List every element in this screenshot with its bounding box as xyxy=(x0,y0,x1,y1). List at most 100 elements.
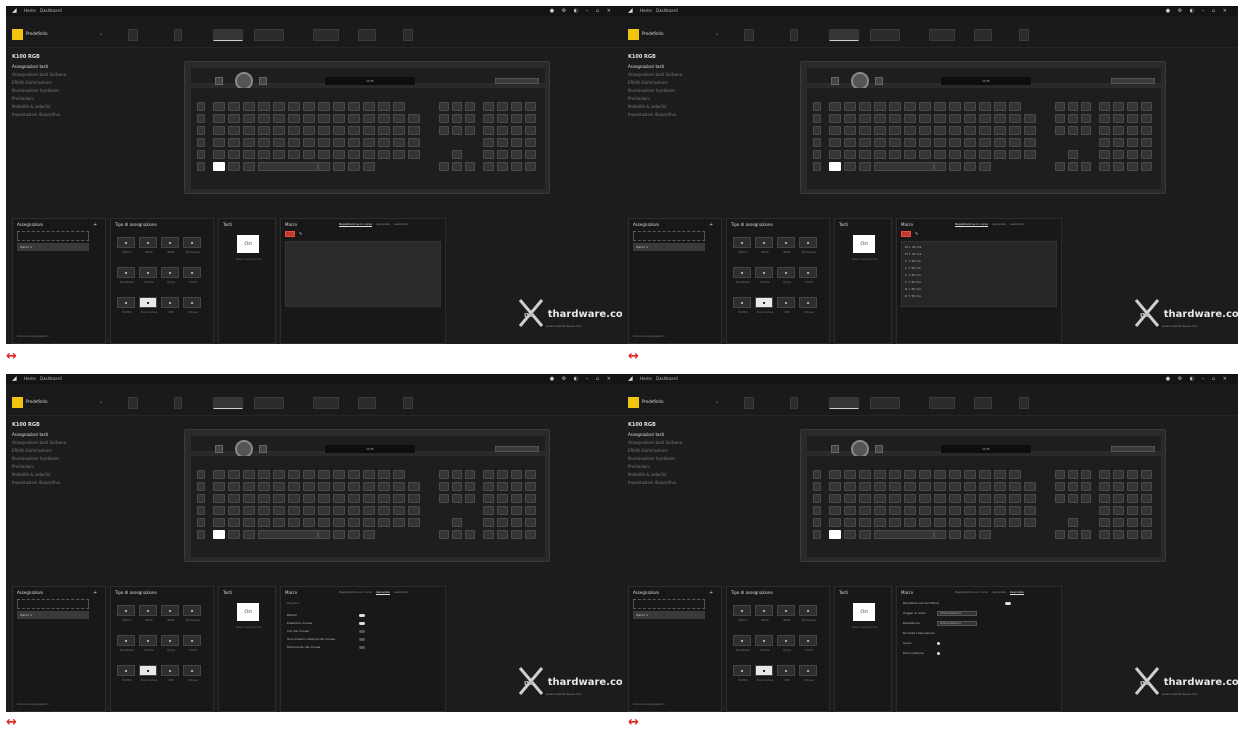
assignment-type-button[interactable]: ▪ xyxy=(117,635,135,646)
macro-key[interactable] xyxy=(197,494,205,503)
assignment-type-button[interactable]: ▪ xyxy=(139,267,157,278)
arrow-key[interactable] xyxy=(1055,530,1065,539)
keyboard-key[interactable] xyxy=(859,470,871,479)
keyboard-key[interactable] xyxy=(273,138,285,147)
numpad-key[interactable] xyxy=(1141,126,1152,135)
keyboard-key[interactable] xyxy=(393,114,405,123)
nav-home[interactable]: Home xyxy=(640,8,652,14)
mousepad-device[interactable] xyxy=(974,29,992,41)
nav-key[interactable] xyxy=(452,102,462,111)
keyboard-key[interactable] xyxy=(228,138,240,147)
macro-key[interactable] xyxy=(813,494,821,503)
nav-home[interactable]: Home xyxy=(24,376,36,382)
numpad-key[interactable] xyxy=(1127,126,1138,135)
keyboard-key[interactable] xyxy=(363,162,375,171)
numpad-key[interactable] xyxy=(525,482,536,491)
keyboard-key[interactable] xyxy=(934,114,946,123)
keyboard-key[interactable] xyxy=(964,126,976,135)
nav-key[interactable] xyxy=(465,114,475,123)
keyboard-key[interactable] xyxy=(934,138,946,147)
macro-tab[interactable]: Registrazione in corso xyxy=(339,222,373,227)
keyboard-key[interactable] xyxy=(228,162,240,171)
keyboard-key[interactable] xyxy=(333,126,345,135)
nav-key[interactable] xyxy=(1055,102,1065,111)
assignment-type-button[interactable]: ▪ xyxy=(161,665,179,676)
macro-key[interactable] xyxy=(197,126,205,135)
keyboard-key[interactable] xyxy=(949,114,961,123)
nav-key[interactable] xyxy=(1055,114,1065,123)
keyboard-key[interactable] xyxy=(844,506,856,515)
keyboard-key[interactable] xyxy=(934,102,946,111)
nav-key[interactable] xyxy=(452,470,462,479)
hub-device[interactable] xyxy=(1019,29,1029,41)
keyboard-key[interactable] xyxy=(829,494,841,503)
sidebar-item[interactable]: Assegnazioni tasti xyxy=(12,432,48,437)
keyboard-key[interactable] xyxy=(994,482,1006,491)
keyboard-key[interactable] xyxy=(964,482,976,491)
keyboard-key[interactable] xyxy=(859,126,871,135)
keyboard-key[interactable] xyxy=(904,482,916,491)
selected-key[interactable] xyxy=(213,530,225,539)
macro-key[interactable] xyxy=(197,138,205,147)
option-dropdown[interactable]: Alla pressione xyxy=(937,621,977,626)
add-icon[interactable]: + xyxy=(709,222,713,228)
keyboard-key[interactable] xyxy=(318,162,330,171)
macro-tab[interactable]: Avanzate xyxy=(394,222,408,226)
keyboard-key[interactable] xyxy=(213,114,225,123)
keyboard-key[interactable] xyxy=(904,102,916,111)
window-controls[interactable]: ● ⚙ ◐ – ▫ × xyxy=(1166,8,1230,14)
assignment-library[interactable]: Libreria assegnazioni xyxy=(633,702,665,706)
sidebar-item[interactable]: Illuminazione hardware xyxy=(12,456,59,461)
assignment-type-button[interactable]: ▪ xyxy=(777,237,795,248)
keyboard-key[interactable] xyxy=(333,470,345,479)
keyboard-key[interactable] xyxy=(964,138,976,147)
keyboard-key[interactable] xyxy=(363,470,375,479)
numpad-key[interactable] xyxy=(497,162,508,171)
keyboard-key[interactable] xyxy=(408,150,420,159)
numpad-key[interactable] xyxy=(483,162,494,171)
profile-icon[interactable] xyxy=(628,397,639,408)
keyboard-key[interactable] xyxy=(889,150,901,159)
keyboard-key[interactable] xyxy=(1024,126,1036,135)
keyboard-key[interactable] xyxy=(949,518,961,527)
numpad-key[interactable] xyxy=(1099,138,1110,147)
chevron-down-icon[interactable]: ⌄ xyxy=(99,399,103,405)
nav-key[interactable] xyxy=(439,102,449,111)
keyboard-key[interactable] xyxy=(874,126,886,135)
macro-key[interactable] xyxy=(197,150,205,159)
numpad-key[interactable] xyxy=(1127,482,1138,491)
keyboard-key[interactable] xyxy=(844,530,856,539)
keyboard-key[interactable] xyxy=(228,102,240,111)
keyboard-key[interactable] xyxy=(904,114,916,123)
sequence-row[interactable]: A ↓ 50 ms xyxy=(905,259,1025,264)
keyboard-key[interactable] xyxy=(318,530,330,539)
keyboard-key[interactable] xyxy=(228,126,240,135)
numpad-key[interactable] xyxy=(1099,102,1110,111)
keyboard-key[interactable] xyxy=(258,518,270,527)
keyboard-key[interactable] xyxy=(889,138,901,147)
assignment-type-button[interactable]: ▪ xyxy=(117,267,135,278)
keyboard-key[interactable] xyxy=(829,506,841,515)
arrow-key[interactable] xyxy=(439,162,449,171)
numpad-key[interactable] xyxy=(483,506,494,515)
arrow-key[interactable] xyxy=(1068,518,1078,527)
keyboard-key[interactable] xyxy=(949,470,961,479)
window-controls[interactable]: ● ⚙ ◐ – ▫ × xyxy=(550,8,614,14)
keyboard-key[interactable] xyxy=(228,470,240,479)
keyboard-device-2[interactable] xyxy=(254,29,284,41)
keyboard-key[interactable] xyxy=(408,518,420,527)
assignment-type-button[interactable]: ▪ xyxy=(139,635,157,646)
assignment-type-button[interactable]: ▪ xyxy=(117,665,135,676)
keyboard-key[interactable] xyxy=(393,470,405,479)
nav-key[interactable] xyxy=(439,470,449,479)
assignment-type-button[interactable]: ▪ xyxy=(799,665,817,676)
numpad-key[interactable] xyxy=(1141,494,1152,503)
sidebar-item[interactable]: Illuminazione hardware xyxy=(12,88,59,93)
numpad-key[interactable] xyxy=(1113,162,1124,171)
keyboard-key[interactable] xyxy=(949,102,961,111)
sidebar-item[interactable]: Prestazioni xyxy=(628,464,650,469)
assignment-type-button[interactable]: ▪ xyxy=(755,665,773,676)
assignment-library[interactable]: Libreria assegnazioni xyxy=(17,702,49,706)
macro-key[interactable] xyxy=(197,102,205,111)
keyboard-key[interactable] xyxy=(348,482,360,491)
